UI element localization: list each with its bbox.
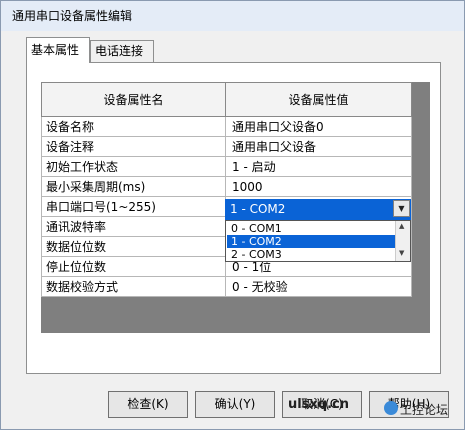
chevron-down-icon[interactable]: ▼ <box>393 200 410 217</box>
check-button[interactable]: 检查(K) <box>108 391 188 418</box>
property-value[interactable]: 0 - 无校验 <box>225 276 412 297</box>
dropdown-option[interactable]: 2 - COM3 <box>227 248 397 261</box>
property-name: 数据校验方式 <box>41 276 226 297</box>
property-name: 停止位位数 <box>41 256 226 277</box>
grid-header: 设备属性名 设备属性值 <box>41 82 412 117</box>
column-header-value: 设备属性值 <box>225 82 412 117</box>
forum-logo-icon <box>384 401 398 415</box>
confirm-button[interactable]: 确认(Y) <box>195 391 275 418</box>
scroll-up-icon[interactable]: ▲ <box>399 222 404 230</box>
title-bar[interactable]: 通用串口设备属性编辑 <box>1 1 464 31</box>
dropdown-option-selected[interactable]: 1 - COM2 <box>227 235 397 248</box>
table-row[interactable]: 初始工作状态 1 - 启动 <box>41 156 412 177</box>
table-row[interactable]: 设备注释 通用串口父设备 <box>41 136 412 157</box>
button-label: 确认(Y) <box>214 397 256 411</box>
property-name: 数据位位数 <box>41 236 226 257</box>
property-value[interactable]: 通用串口父设备 <box>225 136 412 157</box>
dropdown-scrollbar[interactable]: ▲ ▼ <box>395 221 410 261</box>
property-name: 最小采集周期(ms) <box>41 176 226 197</box>
table-row[interactable]: 设备名称 通用串口父设备0 <box>41 116 412 137</box>
property-grid: 设备属性名 设备属性值 设备名称 通用串口父设备0 设备注释 通用串口父设备 初始工… <box>41 82 412 297</box>
property-value[interactable]: 1000 <box>225 176 412 197</box>
dialog-window: 通用串口设备属性编辑 基本属性 电话连接 设备属性名 设备属性值 设备名称 通用串… <box>0 0 465 430</box>
tab-label: 基本属性 <box>31 43 80 57</box>
watermark-site: ulsxq.cn <box>288 397 350 412</box>
com-port-dropdown[interactable]: 0 - COM1 1 - COM2 2 - COM3 ▲ ▼ <box>225 220 411 262</box>
property-name: 串口端口号(1~255) <box>41 196 226 217</box>
property-name: 设备注释 <box>41 136 226 157</box>
property-name: 设备名称 <box>41 116 226 137</box>
property-name: 初始工作状态 <box>41 156 226 177</box>
window-title: 通用串口设备属性编辑 <box>12 9 133 23</box>
dropdown-option[interactable]: 0 - COM1 <box>227 222 397 235</box>
combo-selected-value: 1 - COM2 <box>230 202 286 216</box>
tab-label: 电话连接 <box>95 44 144 58</box>
property-value[interactable]: 通用串口父设备0 <box>225 116 412 137</box>
column-header-name: 设备属性名 <box>41 82 226 117</box>
property-name: 通讯波特率 <box>41 216 226 237</box>
tab-phone-connection[interactable]: 电话连接 <box>90 40 154 62</box>
scroll-down-icon[interactable]: ▼ <box>399 249 404 257</box>
tab-basic-properties[interactable]: 基本属性 <box>26 37 90 63</box>
property-value[interactable]: 1 - 启动 <box>225 156 412 177</box>
com-port-select[interactable]: 1 - COM2 ▼ <box>225 199 411 220</box>
table-row[interactable]: 数据校验方式 0 - 无校验 <box>41 276 412 297</box>
table-row[interactable]: 最小采集周期(ms) 1000 <box>41 176 412 197</box>
button-label: 检查(K) <box>127 397 169 411</box>
watermark-forum: 工控论坛 <box>400 403 449 417</box>
